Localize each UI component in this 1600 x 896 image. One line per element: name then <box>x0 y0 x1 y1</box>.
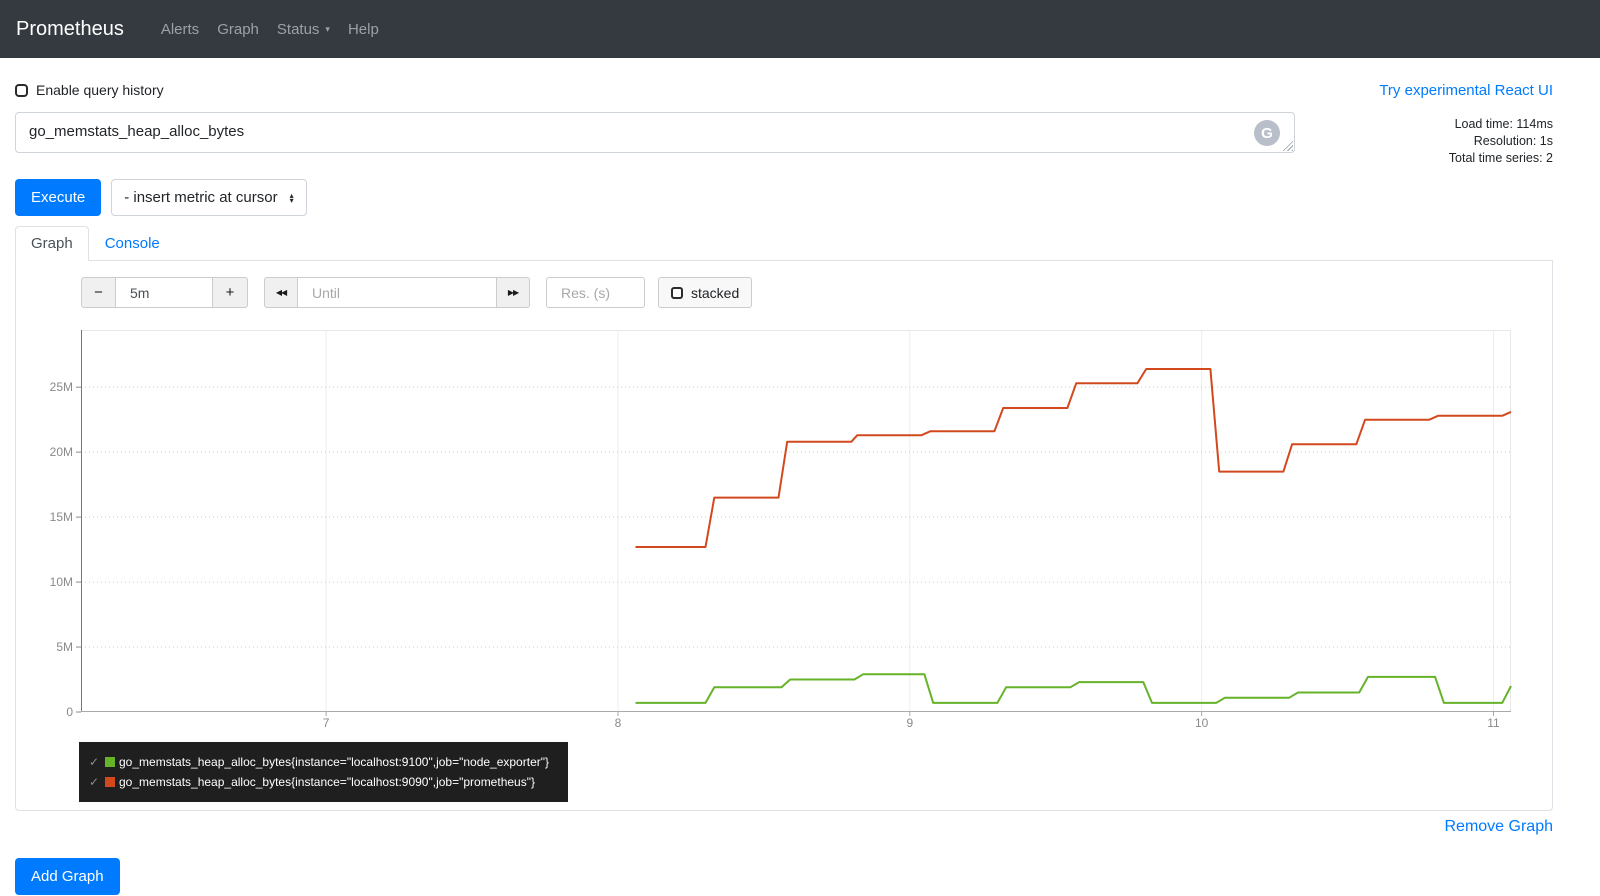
query-stats: Load time: 114ms Resolution: 1s Total ti… <box>1449 112 1553 167</box>
graph-controls: − + ◀◀ ▶▶ stacked <box>16 261 1552 308</box>
react-ui-link[interactable]: Try experimental React UI <box>1379 82 1553 99</box>
insert-metric-select[interactable]: - insert metric at cursor ▴ ▾ <box>111 179 307 216</box>
execute-row: Execute - insert metric at cursor ▴ ▾ <box>15 179 1553 216</box>
range-increase-button[interactable]: + <box>212 277 248 308</box>
query-row: go_memstats_heap_alloc_bytes G Load time… <box>15 112 1553 167</box>
y-tick-label: 5M <box>56 640 73 655</box>
total-time-series: Total time series: 2 <box>1448 151 1553 165</box>
add-graph-button[interactable]: Add Graph <box>15 858 120 895</box>
y-tick-label: 15M <box>49 510 73 525</box>
time-group: ◀◀ ▶▶ <box>264 277 530 308</box>
y-axis-labels: 0 5M 10M 15M 20M 25M <box>16 330 73 719</box>
tab-graph[interactable]: Graph <box>15 226 89 261</box>
brand-prometheus[interactable]: Prometheus <box>16 18 124 41</box>
nav-item-graph[interactable]: Graph <box>208 13 268 46</box>
remove-graph-row: Remove Graph <box>15 818 1554 836</box>
chart-legend: ✓ go_memstats_heap_alloc_bytes{instance="… <box>79 742 568 802</box>
x-tick-label: 8 <box>614 716 622 730</box>
load-time: Load time: 114ms <box>1454 117 1553 131</box>
grammarly-icon[interactable]: G <box>1254 120 1280 146</box>
resolution: Resolution: 1s <box>1473 134 1553 148</box>
remove-graph-link[interactable]: Remove Graph <box>1445 818 1554 835</box>
nav-item-help[interactable]: Help <box>339 13 388 46</box>
x-tick-label: 9 <box>906 716 914 730</box>
chevron-down-icon: ▾ <box>325 23 330 34</box>
rewind-button[interactable]: ◀◀ <box>264 277 298 308</box>
y-tick-label: 25M <box>49 380 73 395</box>
legend-item-0[interactable]: ✓ go_memstats_heap_alloc_bytes{instance="… <box>89 752 558 772</box>
navbar: Prometheus Alerts Graph Status ▾ Help <box>0 0 1600 58</box>
query-input[interactable]: go_memstats_heap_alloc_bytes G <box>15 112 1295 153</box>
legend-label: go_memstats_heap_alloc_bytes{instance="l… <box>119 755 550 769</box>
chart: 0 5M 10M 15M 20M 25M 7 8 9 10 11 <box>16 330 1552 730</box>
forward-icon: ▶▶ <box>507 288 519 297</box>
stacked-toggle[interactable]: stacked <box>658 277 753 308</box>
query-history-label: Enable query history <box>36 82 164 98</box>
tab-console[interactable]: Console <box>89 226 176 261</box>
range-decrease-button[interactable]: − <box>81 277 116 308</box>
navbar-items: Alerts Graph Status ▾ Help <box>152 13 388 46</box>
stacked-label: stacked <box>691 284 740 301</box>
insert-metric-selected: - insert metric at cursor <box>124 189 278 206</box>
execute-button[interactable]: Execute <box>15 179 102 216</box>
y-tick-label: 20M <box>49 445 73 460</box>
series-color-swatch <box>105 777 115 787</box>
until-input[interactable] <box>297 277 497 308</box>
forward-button[interactable]: ▶▶ <box>496 277 530 308</box>
legend-item-1[interactable]: ✓ go_memstats_heap_alloc_bytes{instance="… <box>89 772 558 792</box>
add-graph-row: Add Graph <box>15 858 1553 895</box>
legend-label: go_memstats_heap_alloc_bytes{instance="l… <box>119 775 535 789</box>
check-icon: ✓ <box>89 755 100 769</box>
x-axis-labels: 7 8 9 10 11 <box>16 716 1552 730</box>
main-content: Enable query history Try experimental Re… <box>0 80 1600 895</box>
resolution-input[interactable] <box>546 277 645 308</box>
chart-svg[interactable] <box>76 330 1512 716</box>
top-row: Enable query history Try experimental Re… <box>15 80 1553 100</box>
range-input[interactable] <box>115 277 213 308</box>
series-color-swatch <box>105 757 115 767</box>
nav-item-status[interactable]: Status ▾ <box>268 13 339 46</box>
range-group: − + <box>81 277 248 308</box>
query-history-checkbox[interactable] <box>15 83 28 97</box>
stacked-checkbox[interactable] <box>671 286 683 299</box>
nav-item-alerts[interactable]: Alerts <box>152 13 208 46</box>
series-line-1 <box>635 368 1512 548</box>
series-line-0 <box>635 673 1512 704</box>
check-icon: ✓ <box>89 775 100 789</box>
select-updown-icon: ▴ ▾ <box>289 190 294 205</box>
y-tick-label: 10M <box>49 575 73 590</box>
graph-panel: − + ◀◀ ▶▶ stacked 05M10M15M20M25M 789101… <box>15 261 1553 811</box>
x-tick-label: 10 <box>1194 716 1209 730</box>
x-tick-label: 7 <box>322 716 330 730</box>
rewind-icon: ◀◀ <box>275 288 287 297</box>
query-input-value: go_memstats_heap_alloc_bytes <box>29 123 245 140</box>
tab-bar: Graph Console <box>15 226 1553 261</box>
x-tick-label: 11 <box>1487 716 1500 730</box>
